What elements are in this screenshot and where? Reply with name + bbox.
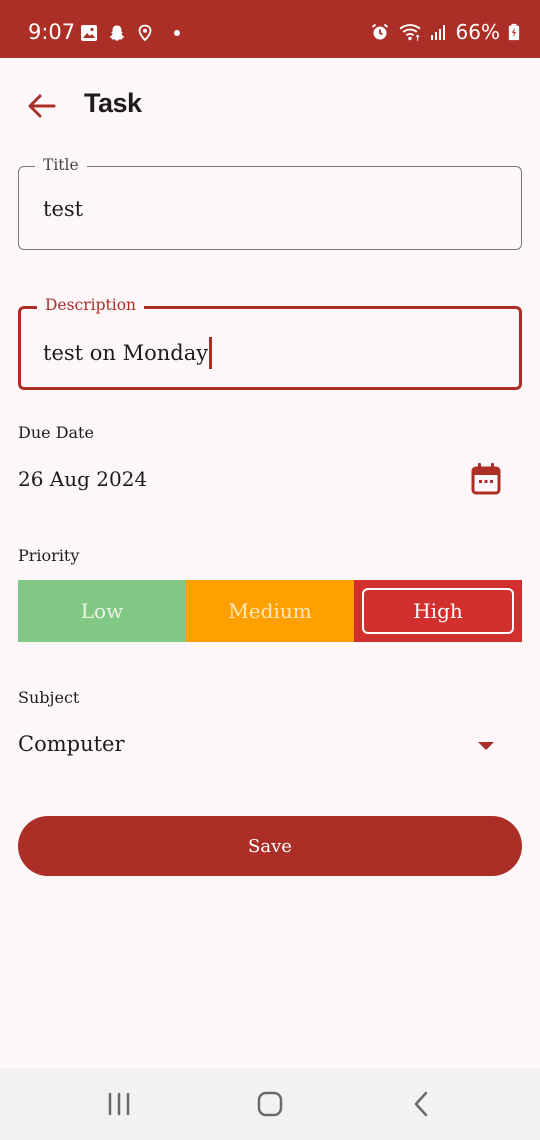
due-date-value[interactable]: 26 Aug 2024 — [18, 467, 147, 491]
save-button[interactable]: Save — [18, 816, 522, 876]
priority-low-label: Low — [80, 599, 124, 623]
text-cursor — [209, 337, 212, 369]
signal-icon — [430, 25, 445, 40]
priority-medium-label: Medium — [228, 599, 312, 623]
description-field-content: test on Monday — [43, 337, 212, 369]
battery-percent: 66% — [455, 20, 500, 44]
status-bar: 9:07 66% — [0, 0, 540, 58]
description-field[interactable]: Description test on Monday — [18, 296, 522, 390]
wifi-icon — [399, 24, 421, 41]
location-icon — [138, 24, 152, 42]
dropdown-arrow-icon[interactable] — [470, 734, 502, 758]
priority-high-label: High — [413, 599, 463, 623]
navigation-bar — [0, 1068, 540, 1140]
calendar-icon[interactable] — [470, 462, 502, 496]
battery-icon — [508, 23, 520, 41]
status-right: 66% — [370, 20, 520, 44]
priority-medium-button[interactable]: Medium — [186, 580, 354, 642]
description-field-label: Description — [37, 296, 145, 314]
page-title: Task — [84, 88, 142, 118]
home-icon[interactable] — [250, 1088, 290, 1120]
subject-label: Subject — [18, 688, 80, 707]
priority-low-button[interactable]: Low — [18, 580, 186, 642]
save-button-label: Save — [248, 835, 292, 857]
description-field-value: test on Monday — [43, 341, 209, 365]
snapchat-icon — [109, 25, 125, 41]
priority-label: Priority — [18, 546, 80, 565]
title-field-label: Title — [35, 156, 87, 174]
due-date-label: Due Date — [18, 423, 94, 442]
app-bar: Task — [0, 58, 540, 154]
arrow-back-icon[interactable] — [24, 88, 60, 124]
alarm-icon — [371, 23, 388, 40]
back-icon[interactable] — [401, 1088, 441, 1120]
dot-icon — [174, 30, 180, 36]
priority-selector: Low Medium High — [18, 580, 522, 642]
gallery-icon — [81, 25, 97, 41]
status-time: 9:07 — [28, 20, 76, 44]
title-field-value: test — [43, 197, 84, 221]
title-field[interactable]: Title test — [18, 156, 522, 250]
recents-icon[interactable] — [99, 1088, 139, 1120]
status-left-icons — [80, 24, 180, 42]
subject-dropdown[interactable]: Computer — [18, 732, 125, 756]
priority-high-button[interactable]: High — [354, 580, 522, 642]
